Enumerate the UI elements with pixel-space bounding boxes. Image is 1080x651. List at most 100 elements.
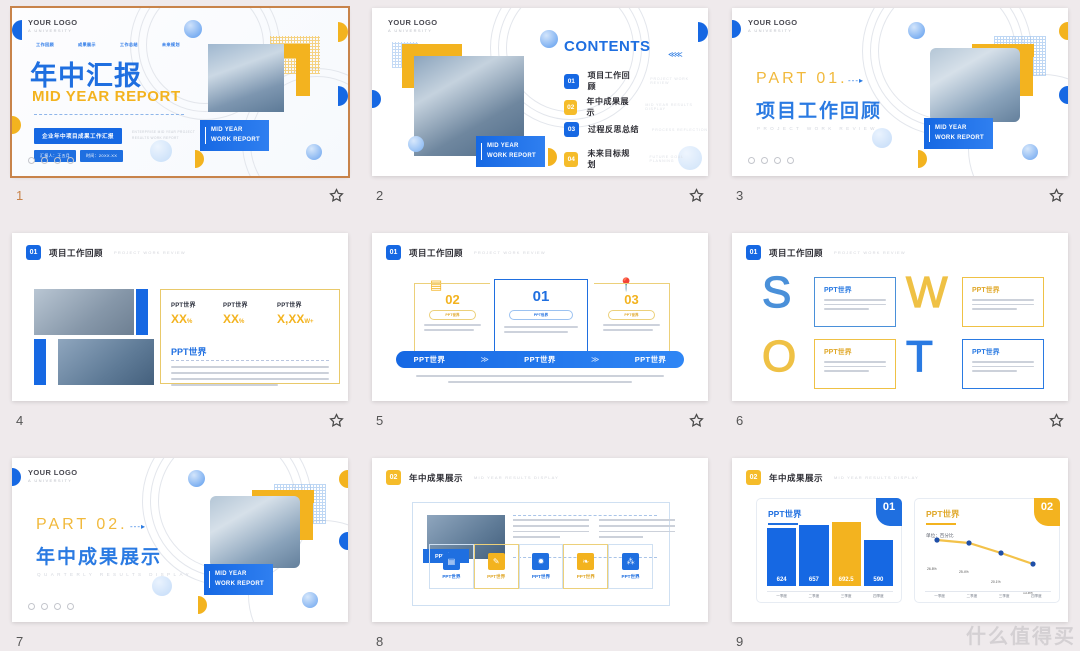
step-text xyxy=(504,326,578,336)
slide1-tab-1: 成果展示 xyxy=(77,42,96,47)
section-title: 项目工作回顾 xyxy=(769,247,824,258)
slide-thumbnail-8[interactable]: 02 年中成果展示 MID YEAR RESULTS DISPLAY PPT世界 xyxy=(372,458,708,622)
slide-cell-2[interactable]: YOUR LOGO A UNIVERSITY CONTENTS ≪≪ 01 项目… xyxy=(360,0,720,225)
swot-text xyxy=(972,299,1034,311)
swot-box-o: PPT世界 xyxy=(814,339,896,389)
slide6-header: 01 项目工作回顾 PROJECT WORK REVIEW xyxy=(746,245,906,260)
swot-title: PPT世界 xyxy=(824,349,852,356)
divider xyxy=(171,360,329,361)
stat-label: PPT世界 xyxy=(171,303,196,309)
slide8-icon-row: ▤ PPT世界 ✎ PPT世界 ✹ PPT世界 ❧ PPT世界 ⁂ PPT世界 xyxy=(429,544,653,589)
slide1-title-en: MID YEAR REPORT xyxy=(32,88,181,105)
feature-card-2[interactable]: ✹ PPT世界 xyxy=(518,544,564,589)
step-chip: PPT世界 xyxy=(509,310,573,320)
star-outline-icon[interactable] xyxy=(329,187,344,203)
swot-title: PPT世界 xyxy=(972,287,1000,294)
page-number: 8 xyxy=(376,633,384,649)
slide4-header: 01 项目工作回顾 PROJECT WORK REVIEW xyxy=(26,245,186,260)
slide-cell-7[interactable]: YOUR LOGO A UNIVERSITY PART 02. ---▸ 年中成… xyxy=(0,450,360,651)
feature-card-1[interactable]: ✎ PPT世界 xyxy=(473,544,519,589)
slide-cell-9[interactable]: 02 年中成果展示 MID YEAR RESULTS DISPLAY 01 PP… xyxy=(720,450,1080,651)
star-outline-icon[interactable] xyxy=(329,412,344,428)
slide-gallery: YOUR LOGO A UNIVERSITY 工作回顾 成果展示 工作总结 未来… xyxy=(0,0,1080,651)
point-value: 25.4% xyxy=(959,570,969,574)
slide-cell-4[interactable]: 01 项目工作回顾 PROJECT WORK REVIEW PPT世界 XX% … xyxy=(0,225,360,450)
bar-category: 一季度 xyxy=(776,594,788,598)
star-outline-icon[interactable] xyxy=(1049,187,1064,203)
mid-tag-line2: WORK REPORT xyxy=(487,152,536,159)
logo-title: YOUR LOGO xyxy=(388,18,438,27)
page-number: 3 xyxy=(736,187,744,203)
feature-card-3[interactable]: ❧ PPT世界 xyxy=(563,544,609,589)
feature-label: PPT世界 xyxy=(487,574,506,579)
slide-thumbnail-6[interactable]: 01 项目工作回顾 PROJECT WORK REVIEW S PPT世界 W … xyxy=(732,233,1068,401)
contents-title: CONTENTS xyxy=(564,38,651,55)
slide-cell-8[interactable]: 02 年中成果展示 MID YEAR RESULTS DISPLAY PPT世界 xyxy=(360,450,720,651)
slide-cell-3[interactable]: YOUR LOGO A UNIVERSITY PART 01. ---▸ 项目工… xyxy=(720,0,1080,225)
slide-logo: YOUR LOGO A UNIVERSITY xyxy=(748,18,797,33)
mid-year-tag: MID YEAR WORK REPORT xyxy=(200,120,269,152)
slide-thumbnail-3[interactable]: YOUR LOGO A UNIVERSITY PART 01. ---▸ 项目工… xyxy=(732,8,1068,176)
contents-number: 01 xyxy=(564,73,579,89)
star-outline-icon[interactable] xyxy=(1049,412,1064,428)
slide-thumbnail-2[interactable]: YOUR LOGO A UNIVERSITY CONTENTS ≪≪ 01 项目… xyxy=(372,8,708,176)
swot-text xyxy=(824,299,886,311)
mid-tag-line1: MID YEAR xyxy=(215,571,247,577)
bar-category-labels: 一季度 二季度 三季度 四季度 xyxy=(767,591,893,599)
part-title-cn: 项目工作回顾 xyxy=(756,101,883,122)
mid-tag-line2: WORK REPORT xyxy=(935,134,984,141)
part-title-en: QUARTERLY RESULTS DISPLAY xyxy=(37,572,193,577)
bar-series: 624 657 692.5 590 xyxy=(767,522,893,586)
slide-thumbnail-7[interactable]: YOUR LOGO A UNIVERSITY PART 02. ---▸ 年中成… xyxy=(12,458,348,622)
logo-subtitle: A UNIVERSITY xyxy=(748,28,793,33)
star-outline-icon[interactable] xyxy=(689,187,704,203)
page-number: 1 xyxy=(16,187,24,203)
contents-item-03[interactable]: 03 过程反思总结 PROCESS REFLECTION xyxy=(564,122,708,137)
section-badge: 02 xyxy=(746,470,761,485)
feature-card-4[interactable]: ⁂ PPT世界 xyxy=(608,544,653,589)
card-corner-number: 01 xyxy=(876,498,902,526)
slide-cell-6[interactable]: 01 项目工作回顾 PROJECT WORK REVIEW S PPT世界 W … xyxy=(720,225,1080,450)
slide-cell-5[interactable]: 01 项目工作回顾 PROJECT WORK REVIEW ▤ 👥 📍 02 P… xyxy=(360,225,720,450)
contents-item-01[interactable]: 01 项目工作回顾 PROJECT WORK REVIEW xyxy=(564,70,708,92)
step-card-02[interactable]: 02 PPT世界 xyxy=(414,283,490,355)
step-number: 01 xyxy=(532,288,550,305)
dashed-arrow-icon: ---▸ xyxy=(848,76,865,85)
globe-icon: ✹ xyxy=(532,553,550,570)
point-value: 20.1% xyxy=(991,580,1001,584)
slide1-band: 企业年中项目成果工作汇报 xyxy=(34,128,122,144)
contents-item-02[interactable]: 02 年中成果展示 MID YEAR RESULTS DISPLAY xyxy=(564,96,708,118)
step-card-01[interactable]: 01 PPT世界 xyxy=(494,279,588,359)
logo-title: YOUR LOGO xyxy=(28,468,78,477)
contents-number: 02 xyxy=(564,99,578,115)
feature-label: PPT世界 xyxy=(621,574,640,579)
bar-value: 590 xyxy=(863,540,893,586)
swot-letter-o: O xyxy=(761,332,797,381)
slide4-subheading: PPT世界 xyxy=(171,347,207,357)
slide-thumbnail-1[interactable]: YOUR LOGO A UNIVERSITY 工作回顾 成果展示 工作总结 未来… xyxy=(10,6,350,178)
part-number-label: PART 02. xyxy=(36,516,128,533)
slide4-body-placeholder xyxy=(171,366,329,390)
section-title-en: PROJECT WORK REVIEW xyxy=(474,250,546,255)
mid-year-tag: MID YEAR WORK REPORT xyxy=(924,118,993,150)
swot-box-s: PPT世界 xyxy=(814,277,896,327)
part-number-label: PART 01. xyxy=(756,70,848,87)
slide-thumbnail-5[interactable]: 01 项目工作回顾 PROJECT WORK REVIEW ▤ 👥 📍 02 P… xyxy=(372,233,708,401)
step-card-03[interactable]: 03 PPT世界 xyxy=(594,283,670,355)
feature-card-0[interactable]: ▤ PPT世界 xyxy=(429,544,474,589)
mid-tag-line2: WORK REPORT xyxy=(211,136,260,143)
bar-value: 657 xyxy=(799,525,829,586)
slide-thumbnail-9[interactable]: 02 年中成果展示 MID YEAR RESULTS DISPLAY 01 PP… xyxy=(732,458,1068,622)
star-outline-icon[interactable] xyxy=(689,412,704,428)
dashed-arrow-icon: ---▸ xyxy=(130,522,147,531)
slide-cell-1[interactable]: YOUR LOGO A UNIVERSITY 工作回顾 成果展示 工作总结 未来… xyxy=(0,0,360,225)
slide8-content-frame: PPT世界 ▤ PPT世界 xyxy=(412,502,675,606)
slide8-text-col-2 xyxy=(599,519,675,539)
contents-item-04[interactable]: 04 未来目标规划 FUTURE GOAL PLANNING xyxy=(564,148,708,170)
section-badge: 02 xyxy=(386,470,401,485)
mid-tag-line1: MID YEAR xyxy=(211,127,243,133)
swot-box-t: PPT世界 xyxy=(962,339,1044,389)
slide1-dots xyxy=(28,157,74,164)
slide-thumbnail-4[interactable]: 01 项目工作回顾 PROJECT WORK REVIEW PPT世界 XX% … xyxy=(12,233,348,401)
swot-title: PPT世界 xyxy=(972,349,1000,356)
